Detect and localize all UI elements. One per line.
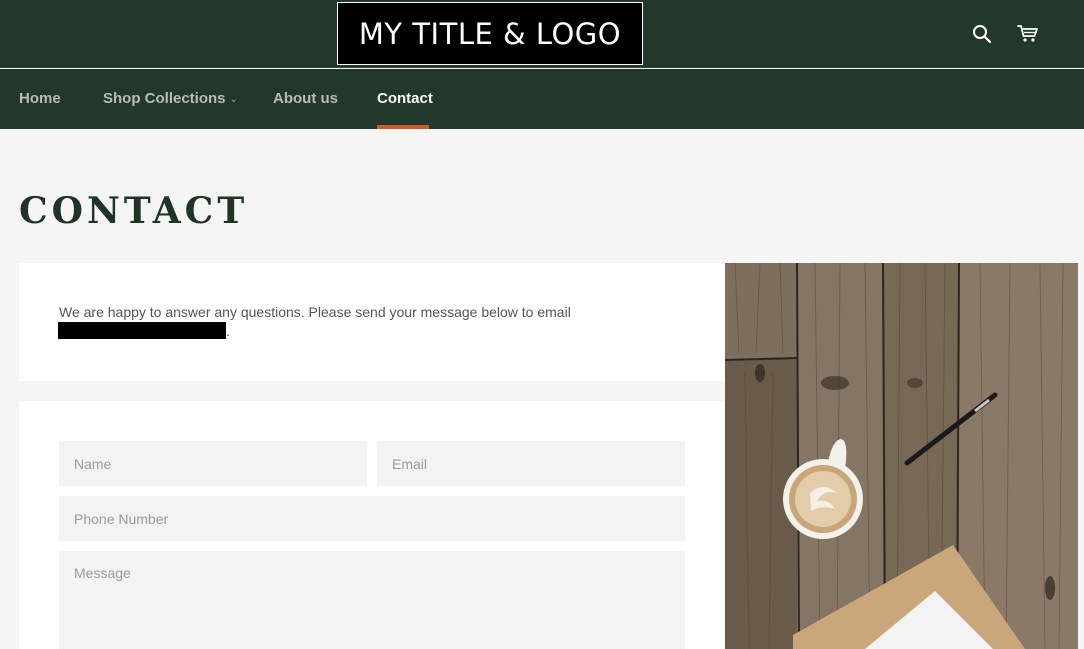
nav-item-label: About us: [273, 90, 338, 107]
cart-icon[interactable]: [1014, 20, 1042, 48]
email-field[interactable]: [377, 441, 685, 486]
active-nav-indicator: [377, 125, 429, 129]
logo-text: MY TITLE & LOGO: [358, 16, 622, 51]
site-logo[interactable]: MY TITLE & LOGO: [337, 2, 643, 65]
nav-item-about-us[interactable]: About us: [273, 69, 338, 129]
intro-trailing-period: .: [226, 323, 230, 339]
page-title: CONTACT: [19, 190, 249, 232]
nav-item-label: Shop Collections: [103, 90, 226, 107]
contact-form: [19, 401, 725, 649]
nav-item-label: Contact: [377, 90, 433, 107]
contact-photo: [725, 263, 1078, 649]
name-field[interactable]: [59, 441, 367, 486]
phone-number-field[interactable]: [59, 496, 685, 541]
intro-text: We are happy to answer any questions. Pl…: [59, 304, 571, 320]
message-field[interactable]: [59, 551, 685, 649]
nav-item-label: Home: [19, 90, 61, 107]
top-bar: MY TITLE & LOGO: [0, 0, 1084, 68]
redacted-email: [58, 322, 226, 339]
chevron-down-icon: ⌄: [229, 94, 238, 105]
intro-card: We are happy to answer any questions. Pl…: [19, 263, 725, 381]
nav-item-shop-collections[interactable]: Shop Collections ⌄: [103, 69, 238, 129]
nav-item-contact[interactable]: Contact: [377, 69, 433, 129]
nav-item-home[interactable]: Home: [19, 69, 61, 129]
main-nav: Home Shop Collections ⌄ About us Contact: [0, 69, 1084, 129]
search-icon[interactable]: [968, 20, 996, 48]
